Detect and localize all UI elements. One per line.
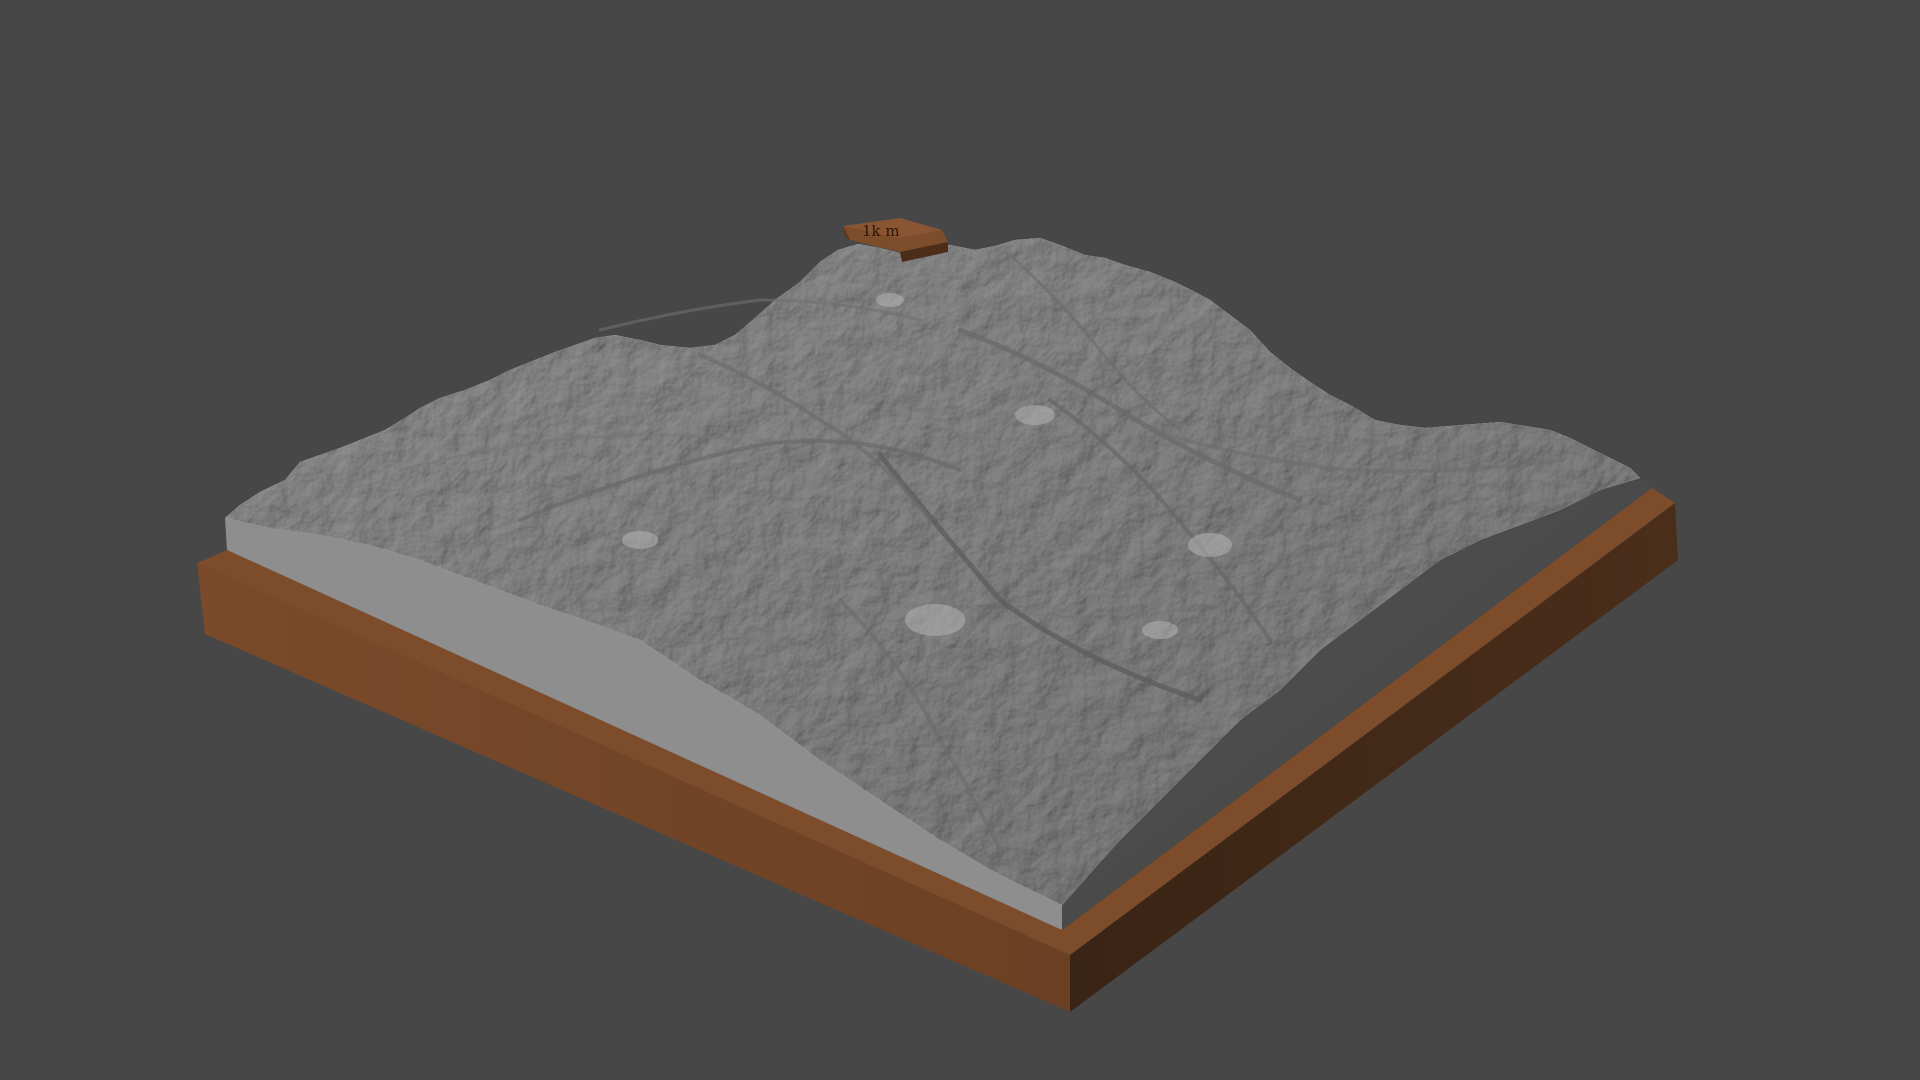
3d-viewport[interactable]: 1k m (0, 0, 1920, 1080)
terrain-model-render: 1k m (197, 218, 1678, 1012)
scale-label-text: 1k m (862, 222, 900, 240)
